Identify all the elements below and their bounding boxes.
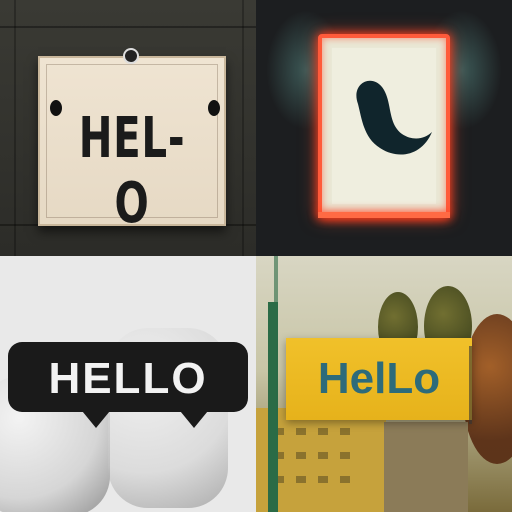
mount-hole <box>123 48 139 64</box>
billboard-text: HelLo <box>317 354 441 403</box>
billboard: HelLo <box>286 338 472 420</box>
tile-billboard: HelLo <box>256 256 512 512</box>
speech-bubble: HELLO <box>8 342 248 412</box>
neon-baseline <box>318 212 450 218</box>
speech-bubble-tail-left <box>78 406 114 428</box>
speech-bubble-text: HELLO <box>48 354 208 403</box>
decor-dot-left <box>50 100 62 116</box>
billboard-pole <box>268 302 278 512</box>
building <box>384 422 468 512</box>
billboard-pole <box>274 256 278 306</box>
image-grid: HEL-O HELLO HelLo <box>0 0 512 512</box>
neon-frame <box>318 34 450 218</box>
tile-neon-frame <box>256 0 512 256</box>
vintage-sign-text: HEL-O <box>78 106 186 236</box>
teardrop-glyph <box>356 80 432 155</box>
speech-bubble-tail-right <box>176 406 212 428</box>
tile-speech-bubble: HELLO <box>0 256 256 512</box>
vintage-sign-board: HEL-O <box>38 48 226 236</box>
decor-dot-right <box>208 100 220 116</box>
tile-vintage-sign: HEL-O <box>0 0 256 256</box>
